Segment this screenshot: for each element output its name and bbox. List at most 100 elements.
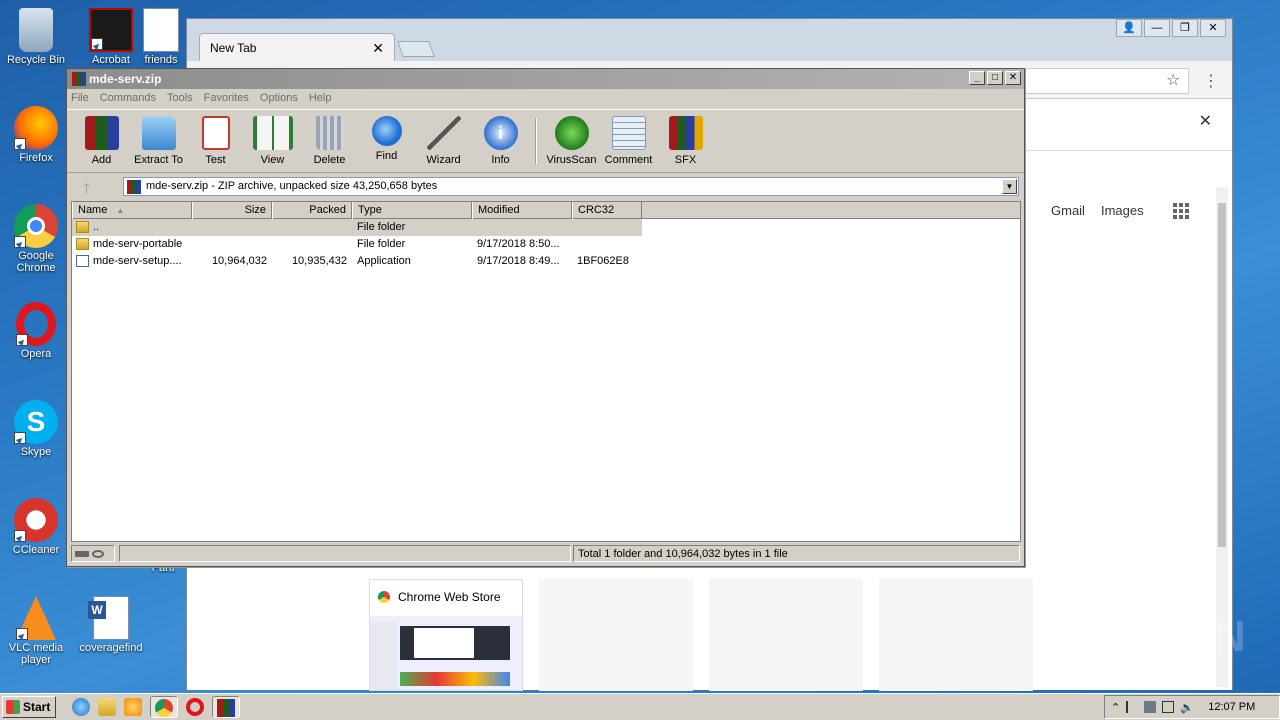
desktop-icon-ccleaner[interactable]: CCleaner [1,498,71,556]
close-tab-icon[interactable]: ✕ [372,40,384,57]
windows-flag-icon [6,700,20,714]
gmail-link[interactable]: Gmail [1051,203,1085,218]
skype-icon: S [14,400,58,444]
extract-to-button[interactable]: Extract To [130,114,187,168]
desktop-icon-coveragefind[interactable]: W coveragefind [76,596,146,654]
virusscan-button[interactable]: VirusScan [543,114,600,168]
cell-type: File folder [357,238,406,250]
scrollbar-thumb[interactable] [1218,203,1226,547]
add-button[interactable]: Add [73,114,130,168]
images-link[interactable]: Images [1101,203,1144,218]
column-modified[interactable]: Modified [472,202,572,219]
action-center-flag-icon[interactable] [1126,701,1138,713]
tile-thumbnail [370,616,522,690]
column-size[interactable]: Size [192,202,272,219]
desktop-icon-label: Opera [20,348,52,360]
test-button[interactable]: Test [187,114,244,168]
opera-icon [16,302,56,346]
chevron-down-icon[interactable]: ▼ [1002,179,1017,194]
archive-path-combo[interactable]: mde-serv.zip - ZIP archive, unpacked siz… [123,177,1019,196]
bookmark-star-icon[interactable]: ☆ [1166,70,1180,90]
find-button[interactable]: Find [358,114,415,168]
close-infobar-icon[interactable]: ✕ [1199,111,1212,131]
column-type[interactable]: Type [352,202,472,219]
close-window-button[interactable]: ✕ [1200,19,1226,37]
winrar-titlebar[interactable]: mde-serv.zip _ □ ✕ [67,69,1024,89]
cell-crc: 1BF062E8 [577,255,629,267]
chrome-taskbar-button[interactable] [150,696,178,718]
table-row[interactable]: mde-serv-setup.... 10,964,032 10,935,432… [72,253,1020,270]
desktop-icon-skype[interactable]: S Skype [1,400,71,458]
sfx-button[interactable]: SFX [657,114,714,168]
wizard-button[interactable]: Wizard [415,114,472,168]
apps-grid-icon[interactable] [1173,203,1189,219]
column-packed[interactable]: Packed [272,202,352,219]
winrar-taskbar-button[interactable] [212,696,240,718]
new-tab-button[interactable] [397,41,435,57]
path-bar: 🡑 mde-serv.zip - ZIP archive, unpacked s… [67,173,1024,199]
desktop-icon-label: friends [144,54,178,66]
show-hidden-icons-icon[interactable]: ⌃ [1111,701,1120,714]
toolbar-label: Add [91,154,112,166]
toolbar-label: VirusScan [546,154,597,166]
profile-icon[interactable]: 👤 [1116,19,1142,37]
volume-icon[interactable]: 🔈 [1180,701,1194,714]
menu-help[interactable]: Help [309,92,332,106]
anyrun-watermark: ANY RUN [1040,612,1247,661]
table-row[interactable]: mde-serv-portable File folder 9/17/2018 … [72,236,1020,253]
desktop-icon-vlc[interactable]: VLC media player [1,596,71,666]
column-crc32[interactable]: CRC32 [572,202,642,219]
column-name[interactable]: Name ▲ [72,202,192,219]
start-button[interactable]: Start [2,696,56,718]
desktop-icon-label: coveragefind [79,642,143,654]
tab-new-tab[interactable]: New Tab ✕ [199,33,395,61]
menu-commands[interactable]: Commands [100,92,156,106]
key-icon[interactable] [92,549,104,558]
desktop-icon-firefox[interactable]: Firefox [1,106,71,164]
menu-file[interactable]: File [71,92,89,106]
desktop-icon-label: Recycle Bin [6,54,66,66]
menu-options[interactable]: Options [260,92,298,106]
opera-icon[interactable] [186,698,204,716]
minimize-button[interactable]: _ [969,71,985,85]
desktop-icon-recycle-bin[interactable]: Recycle Bin [1,8,71,66]
chrome-icon [155,699,173,717]
table-row[interactable]: .. File folder [72,219,642,236]
trash-icon [315,116,344,150]
delete-button[interactable]: Delete [301,114,358,168]
info-button[interactable]: i Info [472,114,529,168]
display-icon[interactable] [1162,701,1175,713]
zip-archive-icon [127,180,141,194]
comment-button[interactable]: Comment [600,114,657,168]
close-window-button[interactable]: ✕ [1005,71,1021,85]
chrome-menu-icon[interactable]: ⋮ [1203,71,1219,91]
cell-name: mde-serv-setup.... [93,255,182,267]
shortcut-arrow-icon [14,432,26,444]
desktop-icon-label: VLC media player [8,642,64,666]
menu-favorites[interactable]: Favorites [204,92,249,106]
shortcut-arrow-icon [14,138,26,150]
drive-icon[interactable] [75,550,89,557]
desktop-icon-opera[interactable]: Opera [1,302,71,360]
ie-icon[interactable] [72,698,90,716]
media-player-icon[interactable] [124,698,142,716]
maximize-button[interactable]: ❐ [1172,19,1198,37]
firefox-icon [14,106,58,150]
up-folder-icon[interactable]: 🡑 [83,178,90,202]
desktop-icon-friends[interactable]: friends [134,8,188,66]
winrar-window[interactable]: mde-serv.zip _ □ ✕ File Commands Tools F… [66,68,1025,567]
clock[interactable]: 12:07 PM [1208,701,1255,713]
minimize-button[interactable]: — [1144,19,1170,37]
view-button[interactable]: View [244,114,301,168]
menu-tools[interactable]: Tools [167,92,193,106]
maximize-button[interactable]: □ [987,71,1003,85]
file-list[interactable]: Name ▲ Size Packed Type Modified CRC32 .… [71,201,1021,542]
address-bar[interactable] [1025,68,1189,94]
network-icon[interactable] [1144,701,1157,713]
most-visited-tile-chrome-web-store[interactable]: Chrome Web Store [369,579,523,691]
explorer-folder-icon[interactable] [98,698,116,716]
chrome-icon [14,204,58,248]
ccleaner-icon [14,498,58,542]
info-icon: i [483,116,518,150]
desktop-icon-google-chrome[interactable]: Google Chrome [1,204,71,274]
